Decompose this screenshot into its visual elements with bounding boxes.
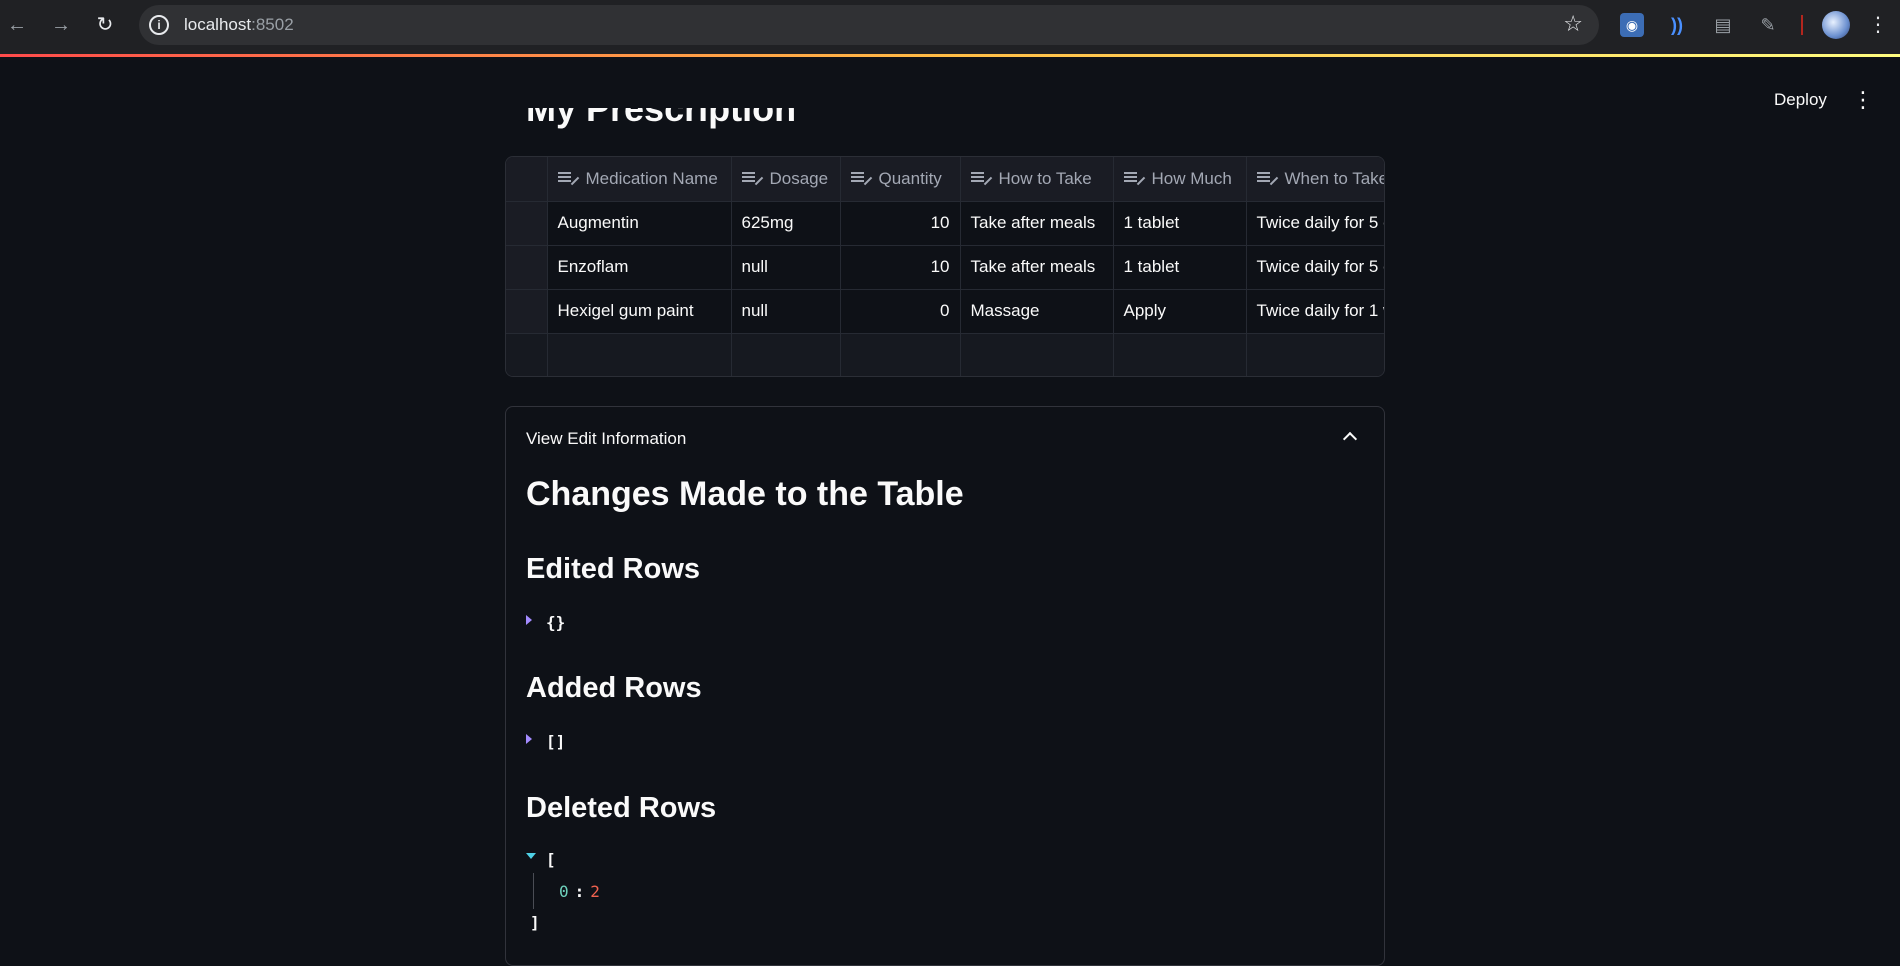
row-index-header [506, 157, 548, 202]
chevron-up-icon[interactable] [1338, 425, 1362, 449]
url-port: :8502 [251, 15, 294, 34]
changes-heading: Changes Made to the Table [526, 475, 964, 513]
table-cell[interactable]: Take after meals [960, 245, 1114, 290]
extension-icon[interactable]: ◉ [1620, 13, 1644, 37]
editable-column-icon [1123, 171, 1142, 185]
edited-rows-heading: Edited Rows [526, 553, 701, 585]
json-colon: : [574, 882, 585, 901]
address-url[interactable]: localhost:8502 [184, 15, 294, 35]
json-key: 0 [559, 882, 569, 901]
deleted-rows-heading: Deleted Rows [526, 792, 717, 824]
column-header-label: Medication Name [585, 168, 718, 188]
empty-cell[interactable] [1113, 333, 1247, 376]
table-row[interactable]: Augmentin 625mg 10 Take after meals 1 ta… [506, 201, 1384, 246]
reload-icon[interactable]: ↻ [92, 12, 118, 38]
json-indent-guide [533, 873, 534, 909]
json-value: {} [546, 613, 566, 632]
json-open-bracket: [ [546, 850, 556, 869]
deleted-rows-json[interactable]: [ [526, 850, 556, 869]
json-close-bracket: ] [530, 913, 540, 932]
row-index-cell[interactable] [506, 289, 548, 334]
column-header[interactable]: Medication Name [547, 157, 732, 202]
bookmark-star-icon[interactable]: ☆ [1563, 13, 1583, 35]
url-host: localhost [184, 15, 252, 34]
table-cell[interactable]: 625mg [731, 201, 841, 246]
address-bar[interactable]: i localhost:8502 ☆ [139, 5, 1599, 45]
page-title-text: My Prescription [526, 108, 797, 129]
row-index-cell[interactable] [506, 333, 548, 376]
collapse-caret-icon[interactable] [526, 853, 536, 859]
table-cell[interactable]: 10 [840, 245, 961, 290]
editable-column-icon [557, 171, 576, 185]
forward-icon[interactable]: → [48, 12, 74, 38]
column-header-label: Dosage [769, 168, 829, 188]
column-header[interactable]: When to Take [1246, 157, 1385, 202]
column-header[interactable]: Dosage [731, 157, 841, 202]
column-header-label: How to Take [998, 168, 1092, 188]
extensions-puzzle-icon[interactable]: ✎ [1756, 13, 1780, 37]
browser-toolbar: ← → ↻ i localhost:8502 ☆ ◉ )) ▤ ✎ ⋮ [0, 0, 1900, 54]
added-rows-json[interactable]: [] [526, 732, 565, 751]
streamlit-decoration-bar [0, 54, 1900, 57]
browser-menu-icon[interactable]: ⋮ [1868, 12, 1888, 38]
json-entry: 0:2 [559, 882, 600, 901]
row-index-cell[interactable] [506, 201, 548, 246]
json-value: [] [546, 732, 566, 751]
editable-column-icon [741, 171, 760, 185]
table-row[interactable]: Enzoflam null 10 Take after meals 1 tabl… [506, 245, 1384, 290]
table-header-row: Medication Name Dosage Quantity How to T… [506, 157, 1385, 202]
table-cell[interactable]: null [731, 289, 841, 334]
add-row-placeholder[interactable] [506, 333, 1384, 376]
table-cell[interactable]: Massage [960, 289, 1114, 334]
empty-cell[interactable] [547, 333, 732, 376]
edited-rows-json[interactable]: {} [526, 613, 565, 632]
table-cell[interactable]: 1 tablet [1113, 245, 1247, 290]
table-cell[interactable]: Augmentin [547, 201, 732, 246]
column-header-label: Quantity [878, 168, 942, 188]
editable-column-icon [1256, 171, 1275, 185]
json-number: 2 [590, 882, 600, 901]
table-cell[interactable]: 10 [840, 201, 961, 246]
column-header[interactable]: Quantity [840, 157, 961, 202]
row-index-cell[interactable] [506, 245, 548, 290]
toolbar-divider [1801, 15, 1803, 35]
reading-list-icon[interactable]: ▤ [1711, 13, 1735, 37]
table-cell[interactable]: 0 [840, 289, 961, 334]
edit-info-expander: View Edit Information Changes Made to th… [505, 406, 1385, 966]
table-cell[interactable]: Take after meals [960, 201, 1114, 246]
table-cell[interactable]: 1 tablet [1113, 201, 1247, 246]
deploy-button[interactable]: Deploy [1760, 86, 1841, 114]
table-cell[interactable]: Hexigel gum paint [547, 289, 732, 334]
table-cell[interactable]: Apply [1113, 289, 1247, 334]
empty-cell[interactable] [731, 333, 841, 376]
empty-cell[interactable] [840, 333, 961, 376]
data-editor-table[interactable]: Medication Name Dosage Quantity How to T… [505, 156, 1385, 377]
table-cell[interactable]: Twice daily for 5 days [1246, 245, 1384, 290]
page-title: My Prescription [526, 108, 826, 132]
table-cell[interactable]: Twice daily for 5 days [1246, 201, 1384, 246]
column-header[interactable]: How Much [1113, 157, 1247, 202]
added-rows-heading: Added Rows [526, 672, 702, 704]
editable-column-icon [970, 171, 989, 185]
column-header-label: When to Take [1284, 168, 1385, 188]
expand-caret-icon[interactable] [526, 734, 532, 744]
editable-column-icon [850, 171, 869, 185]
main-menu-icon[interactable]: ⋮ [1852, 86, 1874, 114]
back-icon[interactable]: ← [4, 12, 30, 38]
column-header-label: How Much [1151, 168, 1232, 188]
column-header[interactable]: How to Take [960, 157, 1114, 202]
empty-cell[interactable] [1246, 333, 1384, 376]
empty-cell[interactable] [960, 333, 1114, 376]
table-cell[interactable]: Enzoflam [547, 245, 732, 290]
table-cell[interactable]: null [731, 245, 841, 290]
expand-caret-icon[interactable] [526, 615, 532, 625]
site-info-icon[interactable]: i [149, 15, 169, 35]
read-aloud-icon[interactable]: )) [1665, 13, 1689, 37]
table-cell[interactable]: Twice daily for 1 week [1246, 289, 1384, 334]
table-row[interactable]: Hexigel gum paint null 0 Massage Apply T… [506, 289, 1384, 334]
expander-label[interactable]: View Edit Information [526, 427, 686, 451]
profile-avatar[interactable] [1822, 11, 1850, 39]
